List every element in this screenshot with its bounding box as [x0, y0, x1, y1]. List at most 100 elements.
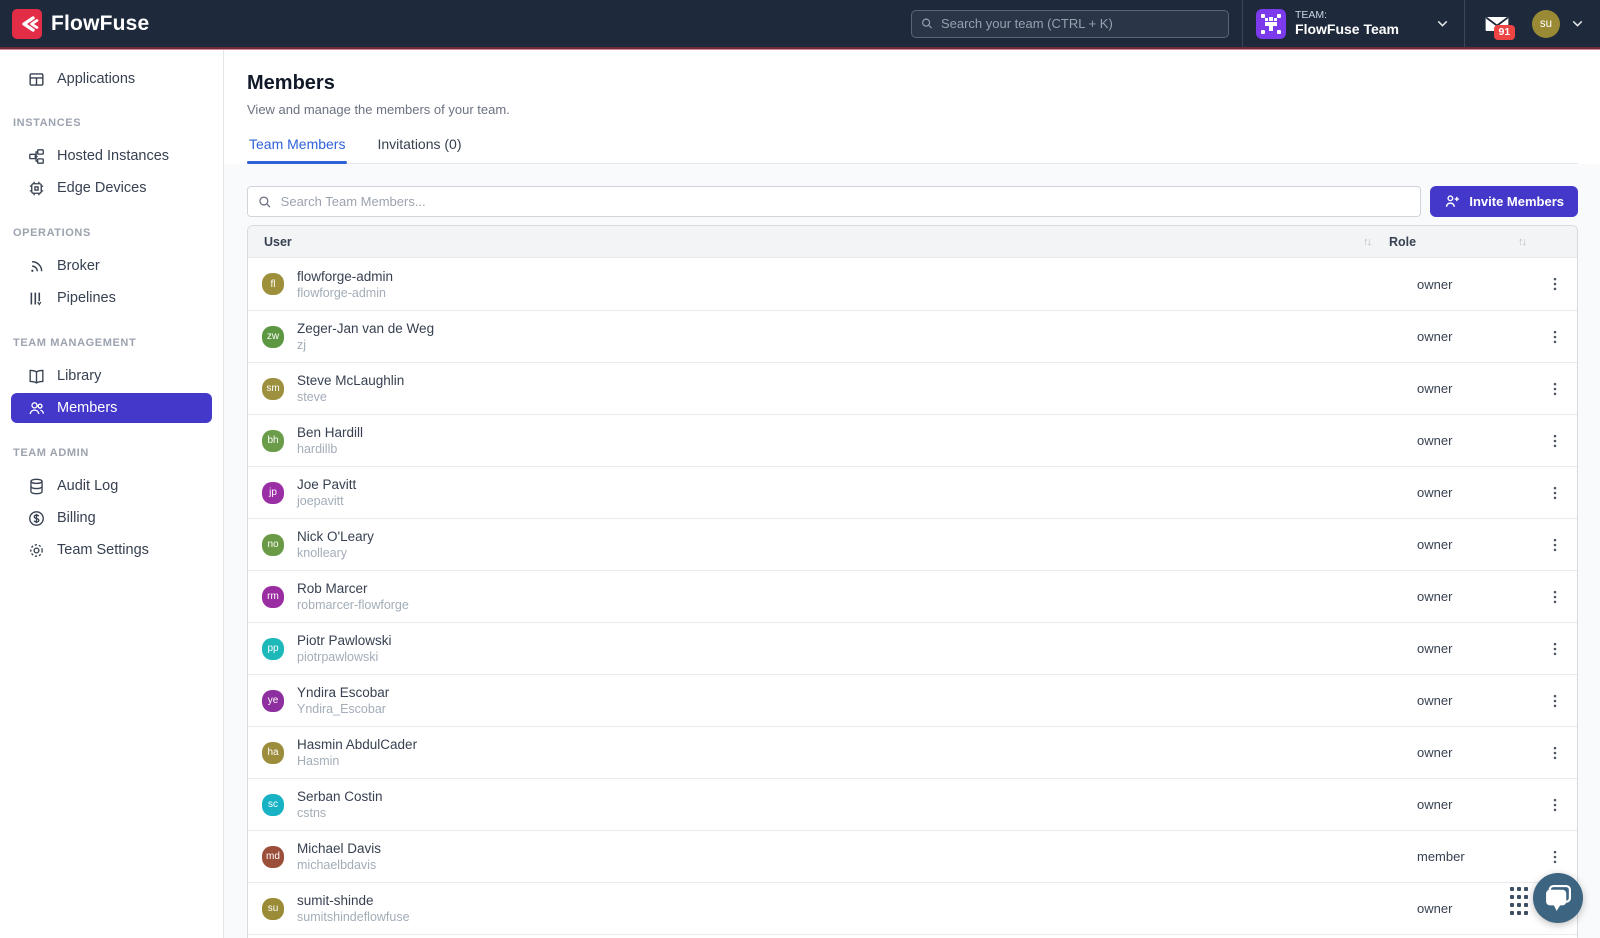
sidebar-item-label: Broker	[57, 258, 100, 274]
avatar: bh	[262, 430, 284, 452]
kebab-icon	[1546, 484, 1564, 502]
member-name: Piotr Pawlowski	[297, 633, 392, 648]
member-username: knolleary	[297, 546, 374, 560]
member-username: Yndira_Escobar	[297, 702, 389, 716]
edge-devices-icon	[27, 179, 46, 198]
tab-team-members[interactable]: Team Members	[247, 136, 347, 163]
tab-invitations[interactable]: Invitations (0)	[375, 136, 463, 163]
user-plus-icon	[1444, 193, 1461, 210]
table-header-row: User ↑↓ Role ↑↓	[248, 226, 1577, 258]
member-role: owner	[1372, 901, 1533, 916]
avatar: sc	[262, 794, 284, 816]
pipelines-icon	[27, 289, 46, 308]
member-name: Zeger-Jan van de Weg	[297, 321, 434, 336]
sidebar-item-label: Edge Devices	[57, 180, 146, 196]
sidebar-item-library[interactable]: Library	[0, 361, 223, 391]
sidebar-nav: Applications INSTANCES Hosted Instances …	[0, 50, 224, 938]
kebab-icon	[1546, 640, 1564, 658]
row-kebab-menu[interactable]	[1543, 429, 1567, 453]
navbar-divider-2	[1464, 0, 1465, 47]
member-username: sumitshindeflowfuse	[297, 910, 410, 924]
sidebar-item-members[interactable]: Members	[11, 393, 212, 423]
kebab-icon	[1546, 848, 1564, 866]
notification-badge: 91	[1494, 25, 1515, 40]
global-search[interactable]	[911, 10, 1229, 38]
member-name: flowforge-admin	[297, 269, 393, 284]
sidebar-item-hosted-instances[interactable]: Hosted Instances	[0, 141, 223, 171]
sidebar-item-applications[interactable]: Applications	[0, 64, 223, 94]
global-search-input[interactable]	[941, 16, 1220, 31]
sidebar-item-broker[interactable]: Broker	[0, 251, 223, 281]
member-search[interactable]	[247, 186, 1421, 217]
member-name: Joe Pavitt	[297, 477, 356, 492]
sidebar-section-title: TEAM MANAGEMENT	[0, 315, 223, 359]
kebab-icon	[1546, 275, 1564, 293]
chat-launcher-button[interactable]	[1533, 873, 1583, 923]
member-role: owner	[1372, 433, 1533, 448]
invite-members-button[interactable]: Invite Members	[1430, 186, 1578, 217]
table-row: ye Yndira Escobar Yndira_Escobar owner	[248, 674, 1577, 726]
row-kebab-menu[interactable]	[1543, 325, 1567, 349]
member-search-input[interactable]	[281, 194, 1412, 209]
kebab-icon	[1546, 744, 1564, 762]
member-username: Hasmin	[297, 754, 417, 768]
sidebar-item-label: Team Settings	[57, 542, 149, 558]
sidebar-item-audit-log[interactable]: Audit Log	[0, 471, 223, 501]
row-kebab-menu[interactable]	[1543, 793, 1567, 817]
members-table: User ↑↓ Role ↑↓ fl flowforge-admin flowf…	[247, 225, 1578, 938]
team-chevron-down-icon[interactable]	[1434, 15, 1451, 32]
row-kebab-menu[interactable]	[1543, 377, 1567, 401]
kebab-icon	[1546, 380, 1564, 398]
sidebar-section-title: TEAM ADMIN	[0, 425, 223, 469]
team-settings-icon	[27, 541, 46, 560]
member-username: piotrpawlowski	[297, 650, 392, 664]
team-selector[interactable]: TEAM: FlowFuse Team	[1256, 9, 1451, 39]
row-kebab-menu[interactable]	[1543, 741, 1567, 765]
member-name: Yndira Escobar	[297, 685, 389, 700]
flowfuse-logo-icon	[12, 9, 42, 39]
avatar: rm	[262, 586, 284, 608]
kebab-icon	[1546, 536, 1564, 554]
sidebar-item-edge-devices[interactable]: Edge Devices	[0, 173, 223, 203]
billing-icon	[27, 509, 46, 528]
kebab-icon	[1546, 588, 1564, 606]
notifications-button[interactable]: 91	[1484, 11, 1510, 37]
member-role: owner	[1372, 589, 1533, 604]
column-header-role: Role	[1389, 235, 1416, 249]
avatar: no	[262, 534, 284, 556]
user-menu[interactable]: su	[1532, 10, 1586, 38]
sort-icon[interactable]: ↑↓	[1363, 236, 1370, 248]
sort-icon[interactable]: ↑↓	[1518, 236, 1525, 248]
row-kebab-menu[interactable]	[1543, 533, 1567, 557]
table-row: su sumit-shinde sumitshindeflowfuse owne…	[248, 882, 1577, 934]
member-role: owner	[1372, 797, 1533, 812]
member-role: owner	[1372, 693, 1533, 708]
team-label: TEAM:	[1295, 9, 1399, 21]
chat-drag-handle[interactable]	[1510, 887, 1528, 915]
row-kebab-menu[interactable]	[1543, 845, 1567, 869]
flowfuse-logo[interactable]: FlowFuse	[12, 9, 149, 39]
table-row: md Michael Davis michaelbdavis member	[248, 830, 1577, 882]
sidebar-item-billing[interactable]: Billing	[0, 503, 223, 533]
table-row: rm Rob Marcer robmarcer-flowforge owner	[248, 570, 1577, 622]
sidebar-item-label: Members	[57, 400, 117, 416]
sidebar-item-pipelines[interactable]: Pipelines	[0, 283, 223, 313]
row-kebab-menu[interactable]	[1543, 272, 1567, 296]
partial-next-row	[248, 934, 1577, 938]
row-kebab-menu[interactable]	[1543, 689, 1567, 713]
avatar: jp	[262, 482, 284, 504]
applications-icon	[27, 70, 46, 89]
table-row: jp Joe Pavitt joepavitt owner	[248, 466, 1577, 518]
row-kebab-menu[interactable]	[1543, 637, 1567, 661]
chat-bubble-icon	[1536, 876, 1580, 920]
row-kebab-menu[interactable]	[1543, 585, 1567, 609]
row-kebab-menu[interactable]	[1543, 481, 1567, 505]
member-name: Hasmin AbdulCader	[297, 737, 417, 752]
table-row: sc Serban Costin cstns owner	[248, 778, 1577, 830]
invite-members-label: Invite Members	[1469, 194, 1564, 209]
kebab-icon	[1546, 692, 1564, 710]
search-icon	[920, 16, 934, 31]
kebab-icon	[1546, 796, 1564, 814]
sidebar-item-team-settings[interactable]: Team Settings	[0, 535, 223, 565]
navbar-divider	[1242, 0, 1243, 47]
